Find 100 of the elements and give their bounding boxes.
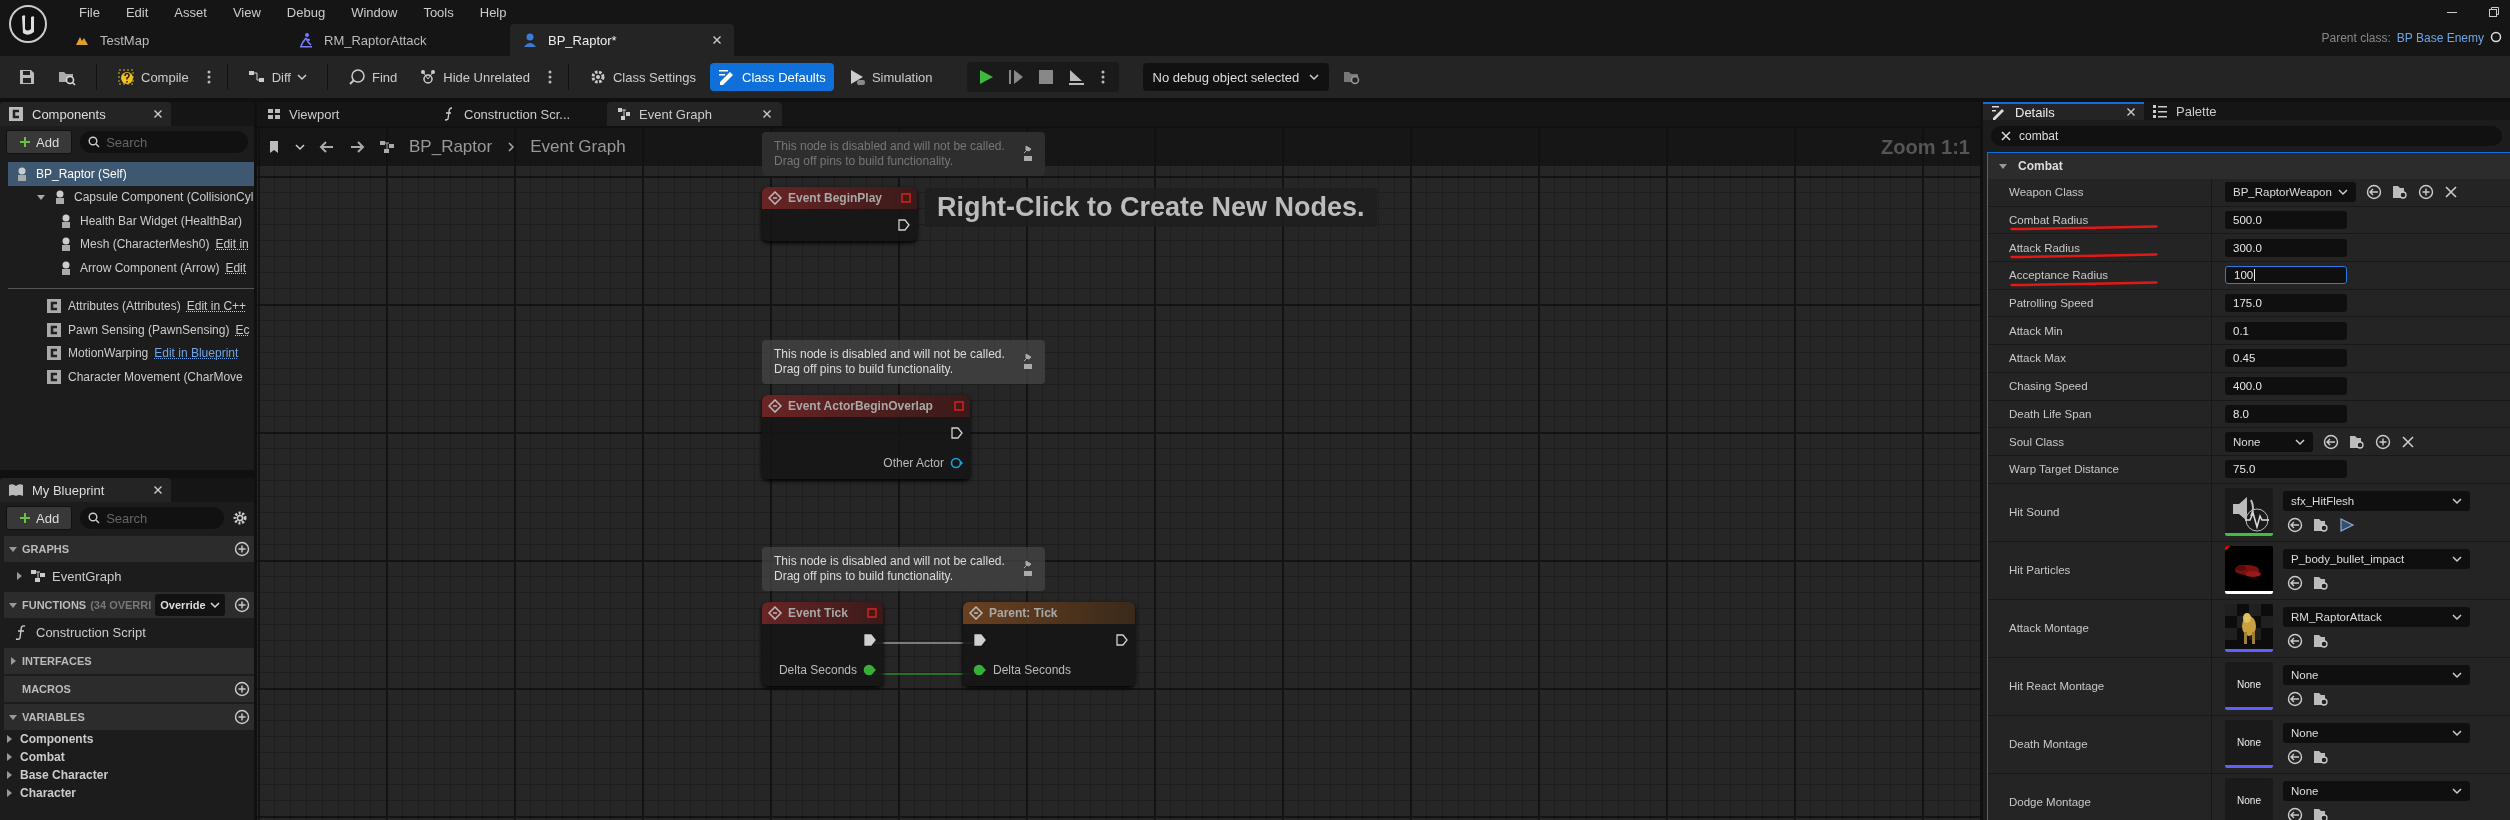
asset-dropdown[interactable]: None: [2283, 665, 2470, 686]
edit-link[interactable]: Edit: [225, 260, 247, 275]
toolbar-button[interactable]: Class Settings: [580, 63, 705, 91]
graph-node[interactable]: Parent: Tick Delta Seconds: [963, 602, 1135, 686]
section-header[interactable]: VARIABLES: [4, 704, 254, 730]
asset-dropdown[interactable]: P_body_bullet_impact: [2283, 549, 2470, 570]
forward-arrow-icon[interactable]: [349, 139, 365, 155]
restore-icon[interactable]: [2488, 6, 2500, 18]
expanded-arrow-icon[interactable]: [8, 712, 18, 722]
use-selected-icon[interactable]: [2323, 433, 2339, 450]
delegate-pin-icon[interactable]: [867, 608, 877, 618]
number-field[interactable]: 400.0: [2225, 377, 2347, 396]
more-options-icon[interactable]: [547, 69, 552, 85]
data-pin-icon[interactable]: [973, 663, 987, 677]
component-item[interactable]: Character Movement (CharMove: [8, 365, 254, 389]
use-selected-icon[interactable]: [2287, 749, 2303, 766]
asset-thumbnail[interactable]: [2225, 604, 2273, 653]
toolbar-button[interactable]: Diff: [239, 63, 315, 91]
breadcrumb-item[interactable]: Event Graph: [530, 137, 626, 157]
folder-search-icon[interactable]: [2349, 433, 2365, 450]
add-icon[interactable]: [234, 681, 250, 697]
clear-icon[interactable]: [2001, 131, 2011, 141]
exec-pin-icon[interactable]: [973, 633, 987, 647]
asset-thumbnail[interactable]: None: [2225, 662, 2273, 711]
graph-tab[interactable]: Construction Scr...: [432, 102, 607, 126]
asset-thumbnail[interactable]: None: [2225, 778, 2273, 820]
edit-link[interactable]: Edit in C++: [186, 299, 247, 314]
component-item[interactable]: MotionWarping Edit in Blueprint: [8, 341, 254, 365]
graph-tab[interactable]: Event Graph: [607, 102, 782, 126]
use-selected-icon[interactable]: [2287, 633, 2303, 650]
settings-icon[interactable]: [232, 510, 248, 526]
number-field[interactable]: 300.0: [2225, 238, 2347, 257]
expanded-arrow-icon[interactable]: [1998, 161, 2008, 171]
menu-item[interactable]: Edit: [112, 4, 162, 20]
component-item[interactable]: Mesh (CharacterMesh0) Edit in: [8, 232, 254, 256]
back-arrow-icon[interactable]: [319, 139, 335, 155]
use-selected-icon[interactable]: [2287, 691, 2303, 708]
panel-tab[interactable]: My Blueprint: [0, 478, 171, 502]
number-field[interactable]: 100: [2225, 266, 2347, 285]
number-field[interactable]: 175.0: [2225, 294, 2347, 313]
pin-icon[interactable]: [1023, 145, 1033, 163]
graph-node[interactable]: Event ActorBeginOverlap Other Actor: [762, 395, 970, 479]
add-icon[interactable]: [2375, 433, 2391, 450]
folder-search-icon[interactable]: [2313, 749, 2329, 766]
use-selected-icon[interactable]: [2287, 575, 2303, 592]
use-selected-icon[interactable]: [2287, 517, 2303, 534]
eject-icon[interactable]: [1066, 68, 1085, 86]
folder-search-icon[interactable]: [2313, 575, 2329, 592]
override-dropdown[interactable]: Override: [155, 594, 225, 616]
clear-icon[interactable]: [2443, 185, 2458, 200]
add-icon[interactable]: [2417, 184, 2434, 201]
document-tab[interactable]: TestMap: [62, 24, 286, 56]
toolbar-button[interactable]: Class Defaults: [710, 63, 834, 91]
number-field[interactable]: 500.0: [2225, 211, 2347, 230]
blueprint-item[interactable]: EventGraph: [0, 562, 254, 590]
menu-item[interactable]: Tools: [410, 4, 467, 20]
asset-dropdown[interactable]: sfx_HitFlesh: [2283, 491, 2470, 512]
menu-item[interactable]: File: [66, 4, 113, 20]
use-selected-icon[interactable]: [2287, 807, 2303, 820]
exec-pin-icon[interactable]: [950, 426, 964, 440]
collapsed-arrow-icon[interactable]: [14, 571, 24, 581]
search-field[interactable]: Search: [80, 507, 224, 529]
more-options-icon[interactable]: [206, 69, 211, 85]
blueprint-item[interactable]: Construction Script: [0, 618, 254, 646]
exec-pin-icon[interactable]: [897, 218, 911, 232]
section-header[interactable]: MACROS: [4, 676, 254, 702]
stop-icon[interactable]: [1036, 68, 1055, 86]
expanded-arrow-icon[interactable]: [8, 544, 18, 554]
number-field[interactable]: 0.1: [2225, 321, 2347, 340]
delegate-pin-icon[interactable]: [954, 401, 964, 411]
pin-icon[interactable]: [1023, 353, 1033, 371]
class-dropdown[interactable]: None: [2225, 431, 2313, 452]
component-item[interactable]: Arrow Component (Arrow) Edit: [8, 256, 254, 280]
edit-link[interactable]: Edit in Blueprint: [154, 346, 239, 361]
menu-item[interactable]: Window: [338, 4, 411, 20]
panel-tab[interactable]: Details: [1983, 102, 2144, 120]
search-field[interactable]: Search: [80, 131, 248, 153]
document-tab[interactable]: BP_Raptor*: [510, 24, 734, 56]
delegate-pin-icon[interactable]: [901, 193, 911, 203]
add-icon[interactable]: [234, 541, 250, 557]
debug-object-dropdown[interactable]: No debug object selected: [1142, 63, 1330, 91]
asset-thumbnail[interactable]: [2225, 488, 2273, 537]
document-tab[interactable]: RM_RaptorAttack: [286, 24, 510, 56]
add-icon[interactable]: [234, 597, 250, 613]
class-dropdown[interactable]: BP_RaptorWeapon: [2225, 182, 2356, 203]
close-icon[interactable]: [153, 485, 163, 495]
add-icon[interactable]: [234, 709, 250, 725]
blueprint-item[interactable]: Components: [0, 730, 254, 748]
toolbar-button[interactable]: Find: [339, 63, 406, 91]
menu-item[interactable]: View: [219, 4, 274, 20]
parent-class-link[interactable]: BP Base Enemy: [2396, 31, 2484, 45]
more-options-icon[interactable]: [1100, 69, 1105, 85]
number-field[interactable]: 75.0: [2225, 460, 2347, 479]
component-item[interactable]: BP_Raptor (Self): [8, 162, 254, 186]
blueprint-item[interactable]: Base Character: [0, 766, 254, 784]
section-header[interactable]: FUNCTIONS (34 OVERRI Override: [4, 592, 254, 618]
expanded-arrow-icon[interactable]: [8, 600, 18, 610]
close-icon[interactable]: [153, 109, 163, 119]
close-icon[interactable]: [2126, 107, 2136, 117]
component-item[interactable]: Health Bar Widget (HealthBar): [8, 209, 254, 233]
